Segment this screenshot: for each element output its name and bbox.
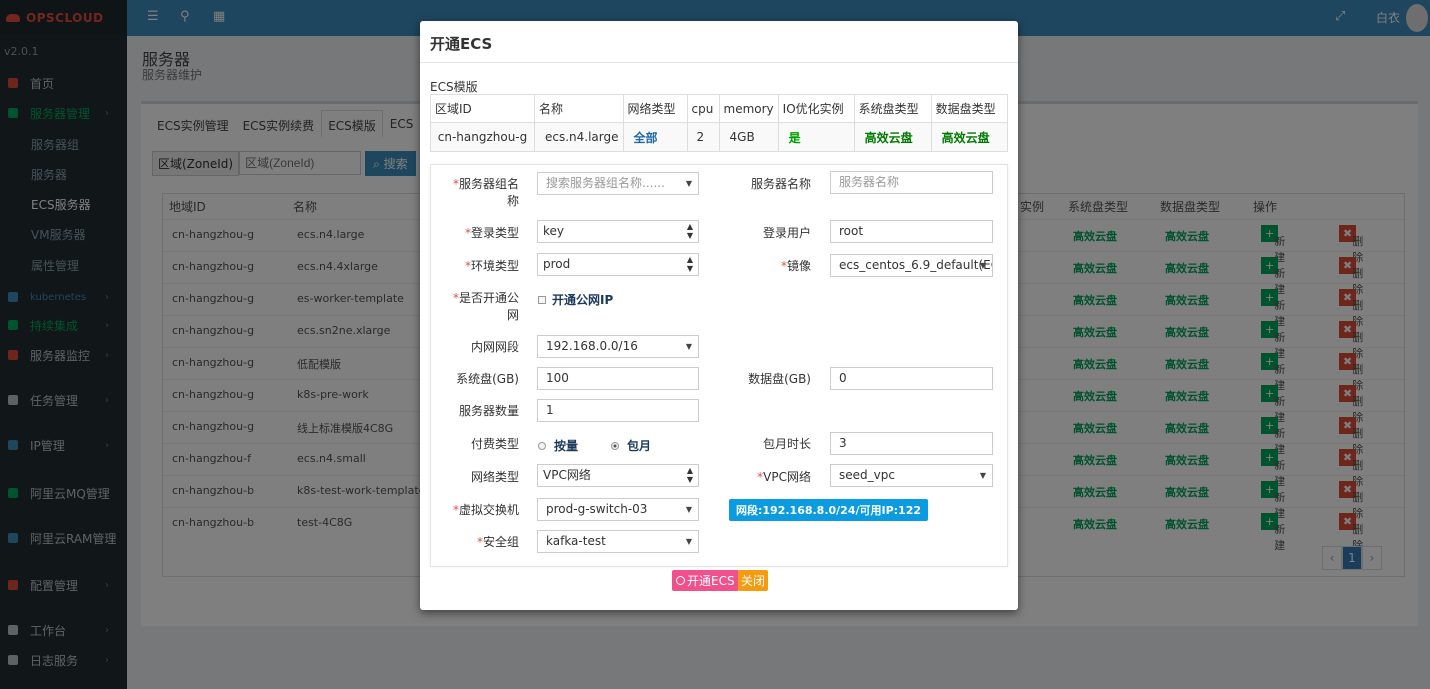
net-type-label: 网络类型 xyxy=(470,470,519,484)
th-cpu: cpu xyxy=(686,94,720,123)
th-name: 名称 xyxy=(534,94,624,123)
month-input[interactable]: 3 xyxy=(830,432,993,455)
security-group-select[interactable]: kafka-test ▼ xyxy=(537,530,699,553)
data-disk-input[interactable]: 0 xyxy=(830,367,993,390)
updown-icon: ▲ ▼ xyxy=(686,255,693,273)
template-label: ECS模版 xyxy=(430,80,478,94)
updown-icon: ▲ ▼ xyxy=(686,222,693,240)
close-button[interactable]: 关闭 xyxy=(738,570,769,591)
template-summary-table: 区域ID 名称 网络类型 cpu memory IO优化实例 系统盘类型 数据盘… xyxy=(430,94,1009,152)
sys-disk-label: 系统盘(GB) xyxy=(456,372,519,386)
env-label: *环境类型 xyxy=(464,259,519,273)
server-name-label: 服务器名称 xyxy=(750,177,811,191)
caret-down-icon: ▼ xyxy=(685,342,692,351)
th-sysdisk: 系统盘类型 xyxy=(853,94,932,123)
caret-down-icon: ▼ xyxy=(685,537,692,546)
td-datadisk: 高效云盘 xyxy=(930,122,1009,152)
subnet-select[interactable]: 192.168.0.0/16 ▼ xyxy=(537,335,699,358)
group-label: *服务器组名称 xyxy=(452,177,519,208)
pay-radio-monthly[interactable]: 包月 xyxy=(611,437,651,454)
count-input[interactable]: 1 xyxy=(537,399,699,422)
subnet-label: 内网网段 xyxy=(470,340,519,354)
td-zone: cn-hangzhou-g xyxy=(430,122,535,152)
caret-down-icon: ▼ xyxy=(685,505,692,514)
th-datadisk: 数据盘类型 xyxy=(930,94,1009,123)
pay-radio-on-demand[interactable]: 按量 xyxy=(538,437,578,454)
net-type-select[interactable]: VPC网络 ▲ ▼ xyxy=(537,464,699,487)
server-group-select[interactable]: 搜索服务器组名称...... ▼ xyxy=(537,172,699,195)
caret-down-icon: ▼ xyxy=(979,261,986,270)
vswitch-label: *虚拟交换机 xyxy=(452,503,519,517)
security-group-label: *安全组 xyxy=(476,535,519,549)
image-select[interactable]: ecs_centos_6.9_default(EC ▼ xyxy=(830,254,993,277)
checkbox-icon xyxy=(538,295,546,304)
open-ecs-modal: 开通ECS ECS模版 区域ID 名称 网络类型 cpu memory IO优化… xyxy=(420,21,1018,610)
env-select[interactable]: prod ▲ ▼ xyxy=(537,253,699,276)
power-icon xyxy=(676,576,685,585)
updown-icon: ▲ ▼ xyxy=(686,466,693,484)
image-label: *镜像 xyxy=(780,259,811,273)
vpc-select[interactable]: seed_vpc ▼ xyxy=(830,464,993,487)
td-sysdisk: 高效云盘 xyxy=(853,122,932,152)
month-label: 包月时长 xyxy=(762,437,811,451)
radio-icon xyxy=(538,441,546,450)
sys-disk-input[interactable]: 100 xyxy=(537,367,699,390)
public-ip-label: *是否开通公网 xyxy=(452,291,519,322)
ecs-form: *服务器组名称 搜索服务器组名称...... ▼ 服务器名称 服务器名称 *登录类… xyxy=(430,164,1008,567)
modal-title: 开通ECS xyxy=(420,21,1018,63)
open-ecs-button[interactable]: 开通ECS xyxy=(672,570,739,591)
vswitch-info-badge: 网段:192.168.8.0/24/可用IP:122 xyxy=(729,499,929,521)
login-type-select[interactable]: key ▲ ▼ xyxy=(537,220,699,243)
td-memory: 4GB xyxy=(718,122,779,152)
radio-checked-icon xyxy=(611,441,619,450)
login-user-input[interactable]: root xyxy=(830,220,993,243)
vpc-label: *VPC网络 xyxy=(757,470,811,484)
th-zone: 区域ID xyxy=(430,94,535,123)
th-network: 网络类型 xyxy=(622,94,688,123)
public-ip-checkbox[interactable]: 开通公网IP xyxy=(538,291,613,308)
vswitch-select[interactable]: prod-g-switch-03 ▼ xyxy=(537,498,699,521)
td-cpu: 2 xyxy=(686,122,720,152)
th-io: IO优化实例 xyxy=(777,94,855,123)
data-disk-label: 数据盘(GB) xyxy=(748,372,811,386)
th-memory: memory xyxy=(718,94,779,123)
login-type-label: *登录类型 xyxy=(464,226,519,240)
caret-down-icon: ▼ xyxy=(685,179,692,188)
server-name-input[interactable]: 服务器名称 xyxy=(830,171,993,194)
pay-type-label: 付费类型 xyxy=(470,437,519,451)
td-network: 全部 xyxy=(622,122,688,152)
td-name: ecs.n4.large xyxy=(534,122,624,152)
caret-down-icon: ▼ xyxy=(979,471,986,480)
login-user-label: 登录用户 xyxy=(762,226,811,240)
count-label: 服务器数量 xyxy=(458,404,519,418)
td-io: 是 xyxy=(777,122,855,152)
